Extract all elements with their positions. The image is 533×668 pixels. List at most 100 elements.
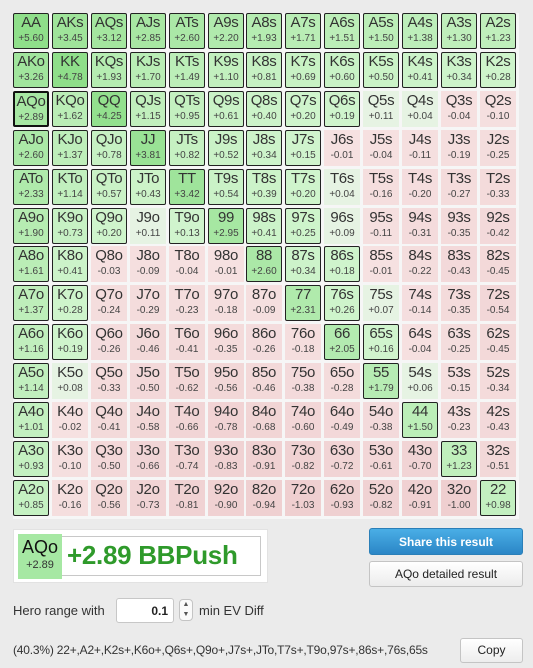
hand-cell-A8s[interactable]: A8s +1.93 <box>246 13 282 49</box>
hand-cell-J6s[interactable]: J6s -0.01 <box>324 130 360 166</box>
hand-cell-99[interactable]: 99 +2.95 <box>208 208 244 244</box>
hand-cell-A7s[interactable]: A7s +1.71 <box>285 13 321 49</box>
hand-cell-T8o[interactable]: T8o -0.04 <box>169 246 205 282</box>
hand-cell-A5o[interactable]: A5o +1.14 <box>13 363 49 399</box>
min-ev-spinner[interactable]: ▲ ▼ <box>179 599 193 621</box>
hand-cell-AA[interactable]: AA +5.60 <box>13 13 49 49</box>
hand-cell-KTo[interactable]: KTo +1.14 <box>52 169 88 205</box>
hand-cell-54o[interactable]: 54o -0.38 <box>363 402 399 438</box>
hand-cell-T3s[interactable]: T3s -0.27 <box>441 169 477 205</box>
hand-cell-52s[interactable]: 52s -0.34 <box>480 363 516 399</box>
hand-cell-66[interactable]: 66 +2.05 <box>324 324 360 360</box>
hand-cell-J2o[interactable]: J2o -0.73 <box>130 480 166 516</box>
hand-cell-43o[interactable]: 43o -0.70 <box>402 441 438 477</box>
hand-cell-QTs[interactable]: QTs +0.95 <box>169 91 205 127</box>
hand-cell-Q9o[interactable]: Q9o +0.20 <box>91 208 127 244</box>
hand-cell-92s[interactable]: 92s -0.42 <box>480 208 516 244</box>
hand-cell-87o[interactable]: 87o -0.09 <box>246 285 282 321</box>
hand-cell-83o[interactable]: 83o -0.91 <box>246 441 282 477</box>
hand-cell-73o[interactable]: 73o -0.82 <box>285 441 321 477</box>
hand-cell-K4o[interactable]: K4o -0.02 <box>52 402 88 438</box>
hand-cell-87s[interactable]: 87s +0.34 <box>285 246 321 282</box>
hand-cell-Q5s[interactable]: Q5s +0.11 <box>363 91 399 127</box>
hand-cell-Q4o[interactable]: Q4o -0.41 <box>91 402 127 438</box>
hand-cell-K2o[interactable]: K2o -0.16 <box>52 480 88 516</box>
hand-cell-K9s[interactable]: K9s +1.10 <box>208 52 244 88</box>
hand-cell-K8s[interactable]: K8s +0.81 <box>246 52 282 88</box>
hand-cell-Q9s[interactable]: Q9s +0.61 <box>208 91 244 127</box>
hand-cell-95o[interactable]: 95o -0.56 <box>208 363 244 399</box>
hand-cell-K7o[interactable]: K7o +0.28 <box>52 285 88 321</box>
hand-cell-KTs[interactable]: KTs +1.49 <box>169 52 205 88</box>
hand-cell-96o[interactable]: 96o -0.35 <box>208 324 244 360</box>
detailed-result-button[interactable]: AQo detailed result <box>369 561 523 587</box>
hand-cell-Q7s[interactable]: Q7s +0.20 <box>285 91 321 127</box>
hand-cell-Q2o[interactable]: Q2o -0.56 <box>91 480 127 516</box>
hand-cell-53o[interactable]: 53o -0.61 <box>363 441 399 477</box>
hand-cell-A2s[interactable]: A2s +1.23 <box>480 13 516 49</box>
hand-cell-Q2s[interactable]: Q2s -0.10 <box>480 91 516 127</box>
hand-cell-97o[interactable]: 97o -0.18 <box>208 285 244 321</box>
hand-cell-QJs[interactable]: QJs +1.15 <box>130 91 166 127</box>
hand-cell-A4s[interactable]: A4s +1.38 <box>402 13 438 49</box>
hand-cell-93s[interactable]: 93s -0.35 <box>441 208 477 244</box>
hand-cell-74o[interactable]: 74o -0.60 <box>285 402 321 438</box>
hand-cell-QTo[interactable]: QTo +0.57 <box>91 169 127 205</box>
hand-cell-J9s[interactable]: J9s +0.52 <box>208 130 244 166</box>
hand-cell-KK[interactable]: KK +4.78 <box>52 52 88 88</box>
hand-cell-94o[interactable]: 94o -0.78 <box>208 402 244 438</box>
hand-cell-52o[interactable]: 52o -0.82 <box>363 480 399 516</box>
hand-cell-82s[interactable]: 82s -0.45 <box>480 246 516 282</box>
hand-cell-97s[interactable]: 97s +0.25 <box>285 208 321 244</box>
hand-cell-Q3s[interactable]: Q3s -0.04 <box>441 91 477 127</box>
hand-cell-77[interactable]: 77 +2.31 <box>285 285 321 321</box>
hand-cell-K7s[interactable]: K7s +0.69 <box>285 52 321 88</box>
hand-cell-J2s[interactable]: J2s -0.25 <box>480 130 516 166</box>
hand-cell-A9s[interactable]: A9s +2.20 <box>208 13 244 49</box>
hand-cell-K6o[interactable]: K6o +0.19 <box>52 324 88 360</box>
hand-cell-98s[interactable]: 98s +0.41 <box>246 208 282 244</box>
hand-cell-74s[interactable]: 74s -0.14 <box>402 285 438 321</box>
hand-cell-76o[interactable]: 76o -0.18 <box>285 324 321 360</box>
hand-cell-T3o[interactable]: T3o -0.74 <box>169 441 205 477</box>
hand-cell-55[interactable]: 55 +1.79 <box>363 363 399 399</box>
hand-cell-43s[interactable]: 43s -0.23 <box>441 402 477 438</box>
hand-cell-KJo[interactable]: KJo +1.37 <box>52 130 88 166</box>
hand-cell-Q8s[interactable]: Q8s +0.40 <box>246 91 282 127</box>
hand-cell-42o[interactable]: 42o -0.91 <box>402 480 438 516</box>
hand-cell-K3o[interactable]: K3o -0.10 <box>52 441 88 477</box>
hand-cell-T7o[interactable]: T7o -0.23 <box>169 285 205 321</box>
hand-cell-85o[interactable]: 85o -0.46 <box>246 363 282 399</box>
hand-cell-T5o[interactable]: T5o -0.62 <box>169 363 205 399</box>
hand-cell-K2s[interactable]: K2s +0.28 <box>480 52 516 88</box>
hand-cell-AJs[interactable]: AJs +2.85 <box>130 13 166 49</box>
hand-cell-Q8o[interactable]: Q8o -0.03 <box>91 246 127 282</box>
hand-cell-83s[interactable]: 83s -0.43 <box>441 246 477 282</box>
hand-cell-65o[interactable]: 65o -0.28 <box>324 363 360 399</box>
hand-cell-A3s[interactable]: A3s +1.30 <box>441 13 477 49</box>
hand-cell-92o[interactable]: 92o -0.90 <box>208 480 244 516</box>
hand-cell-T7s[interactable]: T7s +0.20 <box>285 169 321 205</box>
hand-cell-86o[interactable]: 86o -0.26 <box>246 324 282 360</box>
hand-cell-K6s[interactable]: K6s +0.60 <box>324 52 360 88</box>
hand-cell-62s[interactable]: 62s -0.45 <box>480 324 516 360</box>
hand-cell-82o[interactable]: 82o -0.94 <box>246 480 282 516</box>
hand-cell-44[interactable]: 44 +1.50 <box>402 402 438 438</box>
hand-cell-84o[interactable]: 84o -0.68 <box>246 402 282 438</box>
hand-cell-A4o[interactable]: A4o +1.01 <box>13 402 49 438</box>
hand-cell-84s[interactable]: 84s -0.22 <box>402 246 438 282</box>
hand-cell-53s[interactable]: 53s -0.15 <box>441 363 477 399</box>
hand-cell-J8o[interactable]: J8o -0.09 <box>130 246 166 282</box>
hand-cell-ATo[interactable]: ATo +2.33 <box>13 169 49 205</box>
hand-cell-75o[interactable]: 75o -0.38 <box>285 363 321 399</box>
hand-cell-A9o[interactable]: A9o +1.90 <box>13 208 49 244</box>
hand-cell-A6s[interactable]: A6s +1.51 <box>324 13 360 49</box>
hand-cell-JJ[interactable]: JJ +3.81 <box>130 130 166 166</box>
hand-cell-J4o[interactable]: J4o -0.58 <box>130 402 166 438</box>
hand-cell-K3s[interactable]: K3s +0.34 <box>441 52 477 88</box>
hand-cell-KQs[interactable]: KQs +1.93 <box>91 52 127 88</box>
hand-cell-K8o[interactable]: K8o +0.41 <box>52 246 88 282</box>
hand-cell-22[interactable]: 22 +0.98 <box>480 480 516 516</box>
hand-cell-64s[interactable]: 64s -0.04 <box>402 324 438 360</box>
hand-cell-KQo[interactable]: KQo +1.62 <box>52 91 88 127</box>
